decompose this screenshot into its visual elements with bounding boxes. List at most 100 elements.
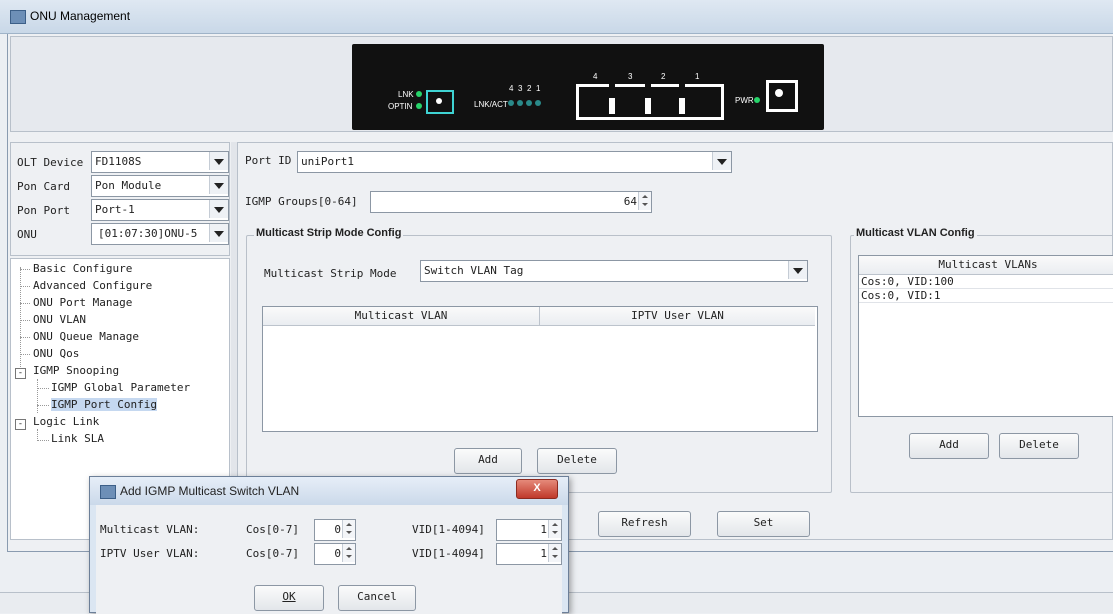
olt-device-value: FD1108S — [95, 155, 142, 168]
table-row[interactable]: Cos:0, VID:1 — [861, 289, 940, 302]
mvlan-add-button[interactable]: Add — [909, 433, 989, 459]
multicast-vlan-label: Multicast VLAN: — [100, 523, 200, 536]
pon-card-select[interactable]: Pon Module — [91, 175, 229, 197]
chevron-down-icon[interactable] — [209, 224, 228, 242]
dialog-body: Multicast VLAN: Cos[0-7] 0 VID[1-4094] 1… — [96, 505, 562, 614]
ok-button[interactable]: OK — [254, 585, 324, 611]
spinner-arrows-icon[interactable] — [342, 520, 355, 538]
big-port-label-4: 4 — [593, 72, 598, 81]
strip-mode-select[interactable]: Switch VLAN Tag — [420, 260, 808, 282]
tree-item-igmp-snooping[interactable]: IGMP Snooping — [33, 364, 119, 377]
cancel-button[interactable]: Cancel — [338, 585, 416, 611]
app-icon — [10, 10, 26, 24]
strip-vlan-table: Multicast VLAN IPTV User VLAN — [262, 306, 818, 432]
pon-card-label: Pon Card — [17, 180, 70, 193]
big-port-label-2: 2 — [661, 72, 666, 81]
olt-device-row: OLT Device FD1108S — [17, 151, 229, 173]
pon-port-select[interactable]: Port-1 — [91, 199, 229, 221]
onu-select[interactable]: [01:07:30]ONU-5 — [91, 223, 229, 245]
act-led-icon — [526, 100, 532, 106]
tree-item-basic-configure[interactable]: Basic Configure — [33, 262, 132, 275]
chevron-down-icon[interactable] — [209, 200, 228, 218]
title-bar: ONU Management — [0, 0, 1113, 34]
power-jack-icon — [766, 80, 798, 112]
igmp-groups-label: IGMP Groups[0-64] — [245, 195, 358, 208]
spinner-arrows-icon[interactable] — [342, 544, 355, 562]
strip-mode-title: Multicast Strip Mode Config — [254, 227, 404, 239]
olt-device-select[interactable]: FD1108S — [91, 151, 229, 173]
tree-item-onu-qos[interactable]: ONU Qos — [33, 347, 79, 360]
onu-label: ONU — [17, 228, 37, 241]
window-title: ONU Management — [30, 9, 131, 23]
tree-item-igmp-port-config[interactable]: IGMP Port Config — [51, 398, 157, 411]
igmp-groups-value: 64 — [623, 195, 637, 208]
chevron-down-icon[interactable] — [712, 152, 731, 170]
column-header-multicast-vlan[interactable]: Multicast VLAN — [263, 307, 540, 326]
tree-item-onu-port-manage[interactable]: ONU Port Manage — [33, 296, 132, 309]
optin-led-icon — [416, 103, 422, 109]
tree-line — [20, 267, 21, 379]
tree-item-logic-link[interactable]: Logic Link — [33, 415, 99, 428]
tree-item-onu-queue-manage[interactable]: ONU Queue Manage — [33, 330, 139, 343]
multicast-vid-spinner[interactable]: 1 — [496, 519, 562, 541]
iptv-cos-value: 0 — [334, 547, 341, 560]
port-id-select[interactable]: uniPort1 — [297, 151, 732, 173]
multicast-cos-spinner[interactable]: 0 — [314, 519, 356, 541]
mvlan-delete-button[interactable]: Delete — [999, 433, 1079, 459]
port-id-label: Port ID — [245, 154, 292, 167]
spinner-arrows-icon[interactable] — [638, 192, 651, 210]
pwr-led-icon — [754, 97, 760, 103]
strip-mode-label: Multicast Strip Mode — [264, 267, 397, 280]
igmp-groups-spinner[interactable]: 64 — [370, 191, 652, 213]
strip-delete-button[interactable]: Delete — [537, 448, 617, 474]
act-led-icon — [535, 100, 541, 106]
device-selector-panel: OLT Device FD1108S Pon Card Pon Module P… — [10, 142, 230, 256]
tree-item-igmp-global-parameter[interactable]: IGMP Global Parameter — [51, 381, 190, 394]
optin-label: OPTIN — [388, 102, 413, 111]
pwr-label: PWR — [735, 96, 754, 105]
multicast-cos-label: Cos[0-7] — [246, 523, 299, 536]
big-port-label-3: 3 — [628, 72, 633, 81]
spinner-arrows-icon[interactable] — [548, 520, 561, 538]
pon-port-row: Pon Port Port-1 — [17, 199, 229, 221]
iptv-user-vlan-label: IPTV User VLAN: — [100, 547, 200, 560]
tree-item-onu-vlan[interactable]: ONU VLAN — [33, 313, 86, 326]
big-port-label-1: 1 — [695, 72, 700, 81]
collapse-icon[interactable]: - — [15, 368, 26, 379]
spinner-arrows-icon[interactable] — [548, 544, 561, 562]
strip-mode-value: Switch VLAN Tag — [424, 264, 524, 277]
column-header-iptv-user-vlan[interactable]: IPTV User VLAN — [540, 307, 815, 326]
small-port-2: 2 — [527, 84, 532, 93]
multicast-vid-value: 1 — [540, 523, 547, 536]
iptv-cos-label: Cos[0-7] — [246, 547, 299, 560]
chevron-down-icon[interactable] — [209, 176, 228, 194]
set-button[interactable]: Set — [717, 511, 810, 537]
multicast-vlans-table: Multicast VLANs Cos:0, VID:100 Cos:0, VI… — [858, 255, 1113, 417]
onu-row: ONU [01:07:30]ONU-5 — [17, 223, 229, 245]
tree-item-advanced-configure[interactable]: Advanced Configure — [33, 279, 152, 292]
tree-item-link-sla[interactable]: Link SLA — [51, 432, 104, 445]
table-row[interactable]: Cos:0, VID:100 — [861, 275, 954, 288]
dialog-title-bar[interactable]: Add IGMP Multicast Switch VLAN X — [90, 477, 568, 505]
chevron-down-icon[interactable] — [209, 152, 228, 170]
close-icon[interactable]: X — [516, 479, 558, 499]
refresh-button[interactable]: Refresh — [598, 511, 691, 537]
add-igmp-dialog: Add IGMP Multicast Switch VLAN X Multica… — [89, 476, 569, 614]
act-led-icon — [517, 100, 523, 106]
pon-card-row: Pon Card Pon Module — [17, 175, 229, 197]
pon-port-value: Port-1 — [95, 203, 135, 216]
small-port-1: 1 — [536, 84, 541, 93]
lnkact-label: LNK/ACT — [474, 100, 508, 109]
multicast-vlan-title: Multicast VLAN Config — [854, 227, 977, 239]
collapse-icon[interactable]: - — [15, 419, 26, 430]
strip-add-button[interactable]: Add — [454, 448, 522, 474]
act-led-icon — [508, 100, 514, 106]
lnk-label: LNK — [398, 90, 414, 99]
dialog-title: Add IGMP Multicast Switch VLAN — [120, 484, 300, 498]
chevron-down-icon[interactable] — [788, 261, 807, 279]
multicast-cos-value: 0 — [334, 523, 341, 536]
iptv-cos-spinner[interactable]: 0 — [314, 543, 356, 565]
column-header-multicast-vlans[interactable]: Multicast VLANs — [859, 256, 1113, 275]
iptv-vid-value: 1 — [540, 547, 547, 560]
iptv-vid-spinner[interactable]: 1 — [496, 543, 562, 565]
